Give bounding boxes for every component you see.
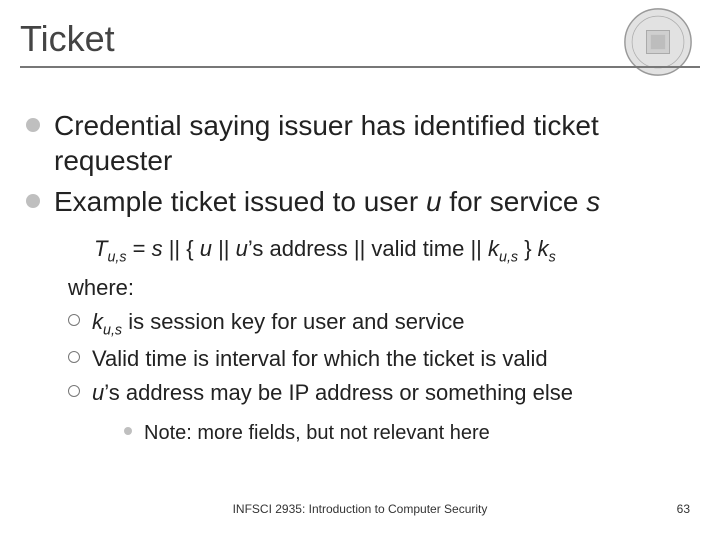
b2-u: u [426, 186, 442, 217]
f-k-sub: u,s [499, 249, 518, 265]
bullet-dot-icon [26, 118, 40, 132]
hollow-bullet-icon [68, 385, 80, 397]
note-bullet: Note: more fields, but not relevant here [124, 419, 694, 448]
note-text: Note: more fields, but not relevant here [144, 419, 490, 448]
s1-k: k [92, 309, 103, 334]
slide: Ticket Credential saying issuer has iden… [0, 0, 720, 540]
f-eq: = [127, 236, 152, 261]
f-addr: ’s address || valid time || [248, 236, 488, 261]
title-underline [20, 66, 700, 68]
hollow-bullet-icon [68, 314, 80, 326]
content-area: Credential saying issuer has identified … [26, 108, 694, 448]
bullet-1: Credential saying issuer has identified … [26, 108, 694, 178]
small-bullet-icon [124, 427, 132, 435]
f-k: k [488, 236, 499, 261]
sub-bullet-2-text: Valid time is interval for which the tic… [92, 343, 548, 375]
f-k2-sub: s [549, 249, 556, 265]
f-s: s [152, 236, 163, 261]
title-bar: Ticket [20, 18, 700, 68]
f-u2: u [236, 236, 248, 261]
bullet-2: Example ticket issued to user u for serv… [26, 184, 694, 219]
formula-block: Tu,s = s || { u || u’s address || valid … [94, 233, 694, 448]
hollow-bullet-icon [68, 351, 80, 363]
b2-s: s [586, 186, 600, 217]
f-T: T [94, 236, 107, 261]
ticket-formula: Tu,s = s || { u || u’s address || valid … [94, 233, 694, 268]
bullet-1-text: Credential saying issuer has identified … [54, 108, 694, 178]
sub-bullet-1: ku,s is session key for user and service [68, 306, 694, 341]
f-open: || { [163, 236, 200, 261]
bullet-2-text: Example ticket issued to user u for serv… [54, 184, 600, 219]
s1-rest: is session key for user and service [122, 309, 464, 334]
sub-bullet-2: Valid time is interval for which the tic… [68, 343, 694, 375]
f-k2: k [538, 236, 549, 261]
footer-course: INFSCI 2935: Introduction to Computer Se… [0, 502, 720, 516]
bullet-dot-icon [26, 194, 40, 208]
s3-u: u [92, 380, 104, 405]
f-bars1: || [212, 236, 236, 261]
sub-bullet-1-text: ku,s is session key for user and service [92, 306, 464, 341]
s3-rest: ’s address may be IP address or somethin… [104, 380, 573, 405]
f-u: u [200, 236, 212, 261]
f-close: } [518, 236, 538, 261]
s1-sub: u,s [103, 322, 122, 338]
slide-title: Ticket [20, 18, 700, 60]
f-sub-us: u,s [107, 249, 126, 265]
b2-mid: for service [442, 186, 587, 217]
footer-page-number: 63 [677, 502, 690, 516]
sub-bullet-3: u’s address may be IP address or somethi… [68, 377, 694, 409]
sub-bullet-3-text: u’s address may be IP address or somethi… [92, 377, 573, 409]
where-label: where: [68, 272, 694, 304]
b2-pre: Example ticket issued to user [54, 186, 426, 217]
